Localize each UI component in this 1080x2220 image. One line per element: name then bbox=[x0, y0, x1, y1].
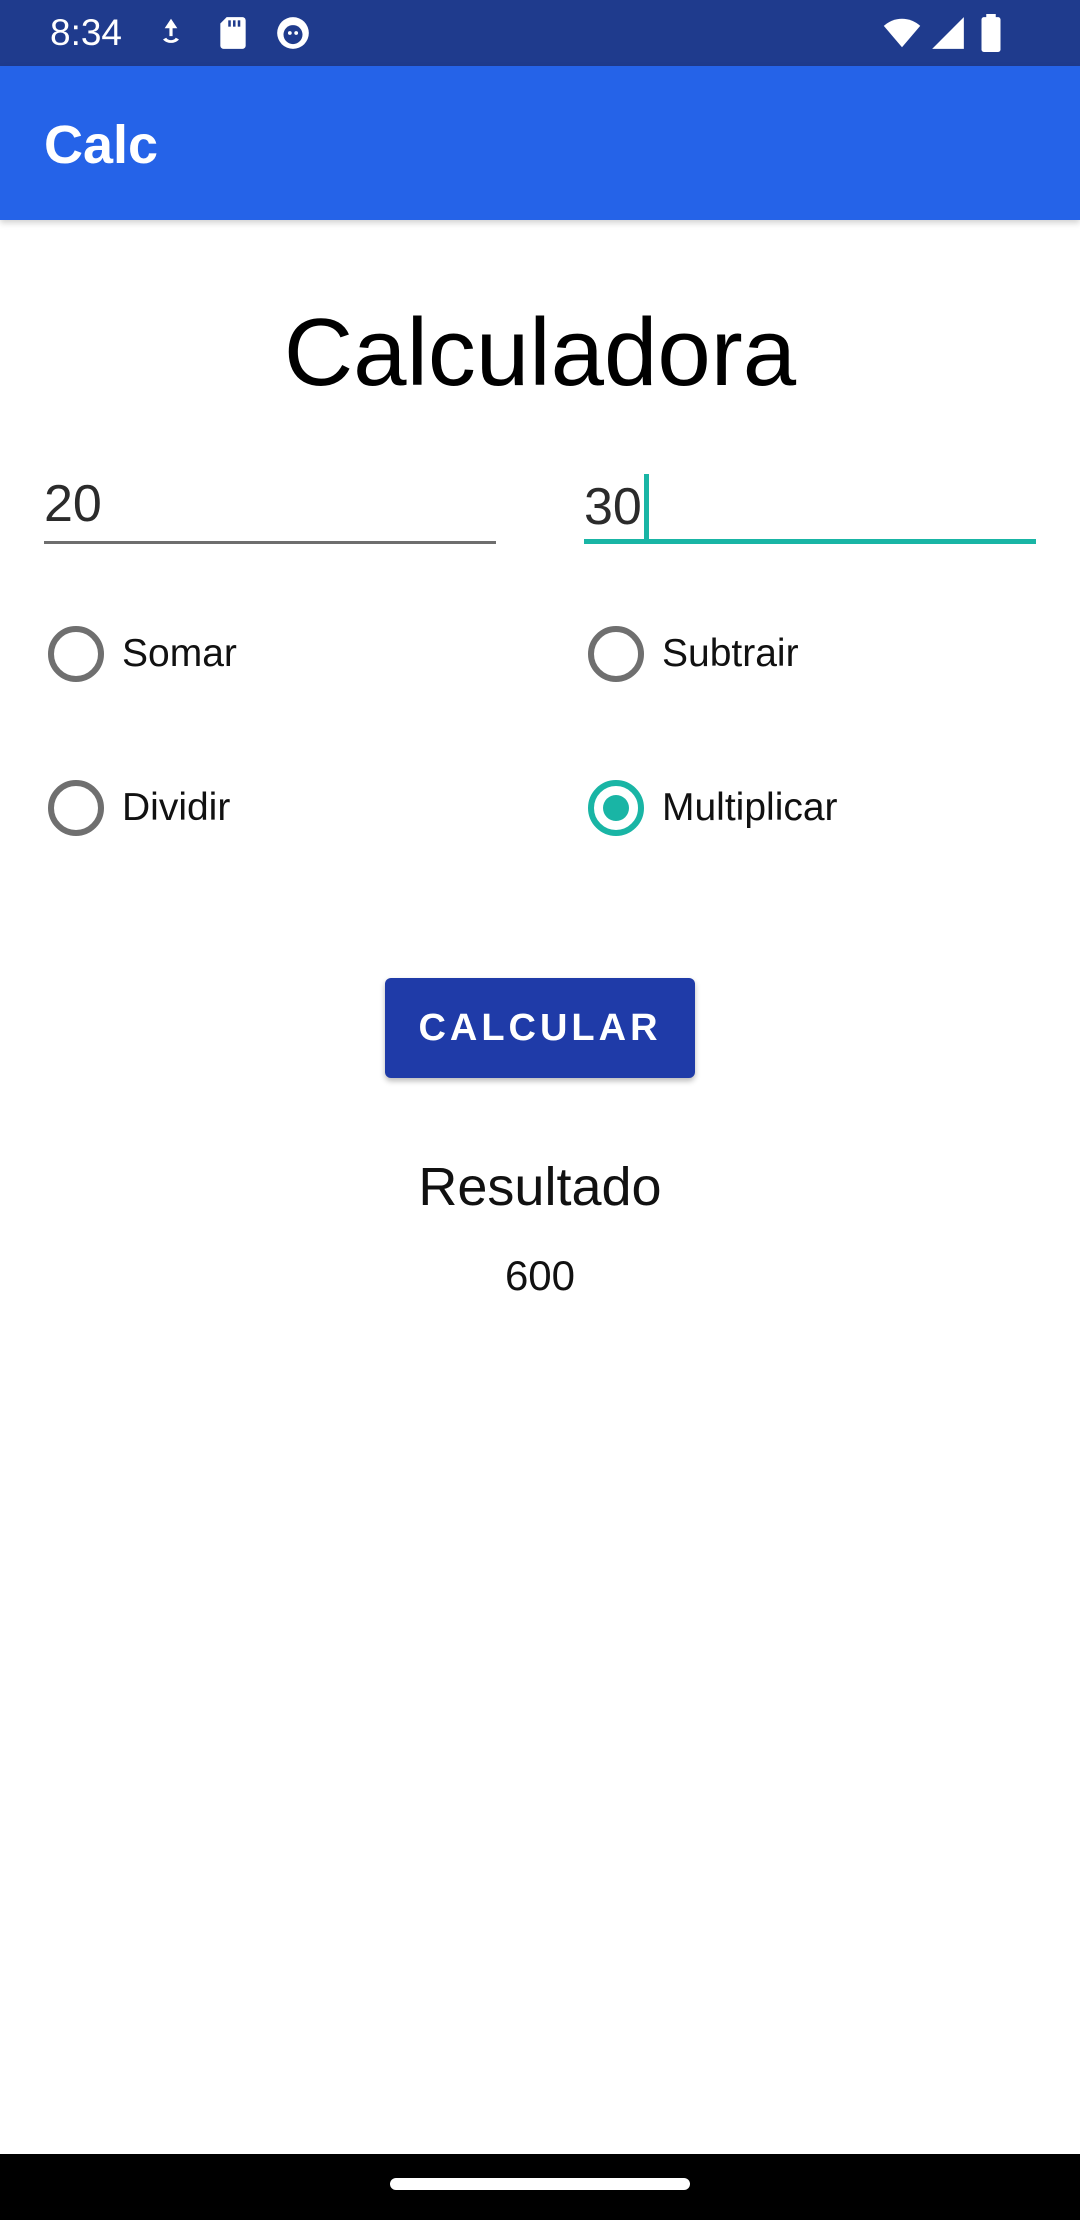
radio-label-subtrair: Subtrair bbox=[662, 632, 799, 675]
battery-icon bbox=[976, 14, 1006, 52]
calculator-screen: 8:34 Calc Calculadora 20 30 Somar Subtra… bbox=[0, 0, 1080, 2220]
radio-dividir[interactable]: Dividir bbox=[48, 773, 230, 843]
radio-multiplicar[interactable]: Multiplicar bbox=[588, 773, 838, 843]
status-time: 8:34 bbox=[50, 12, 123, 53]
result-title: Resultado bbox=[418, 1157, 662, 1217]
second-number-value: 30 bbox=[584, 478, 642, 536]
radio-label-somar: Somar bbox=[122, 632, 237, 675]
home-handle[interactable] bbox=[390, 2178, 690, 2190]
first-number-input[interactable]: 20 bbox=[44, 460, 496, 544]
status-bar: 8:34 bbox=[0, 0, 1080, 66]
radio-subtrair[interactable]: Subtrair bbox=[588, 619, 799, 689]
sd-card-icon bbox=[214, 14, 252, 52]
second-number-underline bbox=[584, 539, 1036, 544]
calculate-button[interactable]: CALCULAR bbox=[385, 978, 695, 1078]
text-cursor bbox=[643, 474, 649, 540]
gesture-icon bbox=[152, 14, 190, 52]
first-number-value: 20 bbox=[44, 475, 102, 533]
wifi-icon bbox=[880, 14, 924, 52]
radio-label-dividir: Dividir bbox=[122, 786, 231, 829]
signal-icon bbox=[928, 14, 968, 52]
first-number-underline bbox=[44, 541, 496, 544]
second-number-input[interactable]: 30 bbox=[584, 460, 1036, 544]
radio-circle-somar bbox=[48, 626, 104, 682]
radio-somar[interactable]: Somar bbox=[48, 619, 237, 689]
radio-circle-multiplicar bbox=[588, 780, 644, 836]
radio-label-multiplicar: Multiplicar bbox=[662, 786, 838, 829]
result-value: 600 bbox=[504, 1252, 576, 1299]
cat-face-icon bbox=[274, 14, 312, 52]
app-bar: Calc bbox=[0, 66, 1080, 220]
app-title: Calc bbox=[44, 115, 159, 175]
page-title: Calculadora bbox=[283, 299, 797, 406]
radio-circle-subtrair bbox=[588, 626, 644, 682]
radio-circle-dividir bbox=[48, 780, 104, 836]
navigation-bar bbox=[0, 2154, 1080, 2220]
